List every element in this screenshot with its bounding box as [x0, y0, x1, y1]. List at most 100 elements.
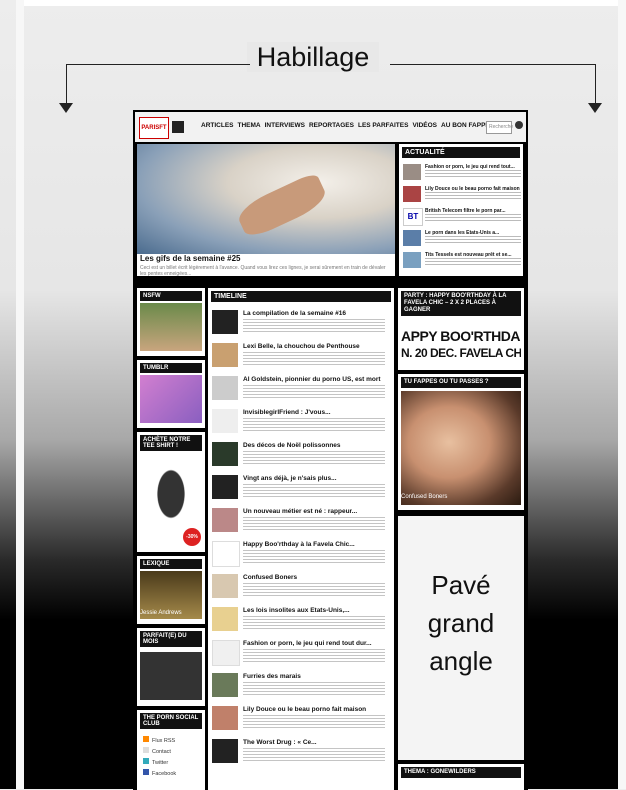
frame-right [618, 0, 626, 789]
text-lines [243, 352, 385, 366]
actualite-item[interactable]: Fashion or porn, le jeu qui rend tout... [403, 164, 521, 184]
timeline-item[interactable]: Les lois insolites aux Etats-Unis,... [212, 607, 392, 637]
timeline-item-title[interactable]: Lexi Belle, la chouchou de Penthouse [243, 343, 360, 350]
lexique-caption: Jessie Andrews [140, 610, 182, 616]
thumbnail [212, 376, 238, 400]
parfaite-heading: PARFAIT(E) DU MOIS [140, 631, 202, 647]
thumbnail [212, 574, 238, 598]
text-lines [243, 451, 385, 465]
nav-item[interactable]: THEMA [238, 122, 261, 129]
actualite-item[interactable]: Tits Tessels est nouveau prêt et se... [403, 252, 521, 272]
social-links: Flux RSS Contact Twitter Facebook [143, 736, 176, 780]
timeline-item-title[interactable]: Fashion or porn, le jeu qui rend tout du… [243, 640, 372, 647]
hero-title[interactable]: Les gifs de la semaine #25 [140, 254, 241, 263]
text-lines [243, 319, 385, 333]
thumbnail [403, 252, 421, 268]
timeline-item-title[interactable]: Les lois insolites aux Etats-Unis,... [243, 607, 350, 614]
timeline-item[interactable]: Des décos de Noël polissonnes [212, 442, 392, 472]
site-logo[interactable]: PARISFT [139, 117, 169, 139]
timeline-item-title[interactable]: Un nouveau métier est né : rappeur... [243, 508, 357, 515]
facebook-label: Facebook [152, 771, 177, 777]
timeline-item[interactable]: The Worst Drug : « Ce... [212, 739, 392, 769]
timeline-item[interactable]: Happy Boo'rthday à la Favela Chic... [212, 541, 392, 571]
timeline-item[interactable]: Vingt ans déjà, je n'sais plus... [212, 475, 392, 505]
nsfw-image[interactable] [140, 303, 202, 351]
text-lines [243, 583, 385, 597]
timeline-item[interactable]: Un nouveau métier est né : rappeur... [212, 508, 392, 538]
thumbnail [212, 475, 238, 499]
fappes-box: TU FAPPES OU TU PASSES ? Confused Boners [398, 374, 524, 510]
timeline-item-title[interactable]: Happy Boo'rthday à la Favela Chic... [243, 541, 355, 548]
text-lines [243, 748, 385, 762]
home-button[interactable] [172, 121, 184, 133]
nav-item[interactable]: INTERVIEWS [265, 122, 305, 129]
timeline-item[interactable]: Furries des marais [212, 673, 392, 703]
timeline-heading: TIMELINE [211, 291, 391, 302]
timeline-item-title[interactable]: La compilation de la semaine #16 [243, 310, 346, 317]
timeline-item[interactable]: Al Goldstein, pionnier du porno US, est … [212, 376, 392, 406]
mail-icon [143, 747, 149, 753]
timeline-item-title[interactable]: InvisiblegirlFriend : J'vous... [243, 409, 331, 416]
habillage-title: Habillage [0, 42, 626, 73]
thumbnail [403, 230, 421, 246]
party-banner-line[interactable]: N. 20 DEC. FAVELA CHI [401, 346, 521, 360]
actualite-item[interactable]: BT British Telecom filtre le porn par... [403, 208, 521, 228]
tee-shirt-box: ACHÈTE NOTRE TEE SHIRT ! -30% [137, 432, 205, 552]
fappes-heading: TU FAPPES OU TU PASSES ? [401, 377, 521, 388]
timeline-item-title[interactable]: The Worst Drug : « Ce... [243, 739, 317, 746]
actualite-panel: ACTUALITÉ Fashion or porn, le jeu qui re… [399, 144, 523, 276]
actualite-item[interactable]: Lily Douce ou le beau porno fait maison [403, 186, 521, 206]
timeline-item-title[interactable]: Lily Douce ou le beau porno fait maison [243, 706, 366, 713]
timeline-item[interactable]: Lily Douce ou le beau porno fait maison [212, 706, 392, 736]
parfaite-box: PARFAIT(E) DU MOIS [137, 628, 205, 706]
text-lines [425, 258, 521, 266]
thumbnail [212, 442, 238, 466]
nav-item[interactable]: REPORTAGES [309, 122, 354, 129]
nav-item[interactable]: VIDÉOS [412, 122, 437, 129]
social-club-heading: THE PORN SOCIAL CLUB [140, 713, 202, 729]
rss-link[interactable]: Flux RSS [143, 736, 176, 747]
thumbnail [212, 607, 238, 631]
timeline-item-title[interactable]: Furries des marais [243, 673, 301, 680]
timeline-column: TIMELINE La compilation de la semaine #1… [208, 288, 394, 790]
timeline-item-title[interactable]: Des décos de Noël polissonnes [243, 442, 341, 449]
thumbnail [403, 186, 421, 202]
thema-heading: THEMA : GONEWILDERS [401, 767, 521, 778]
left-column: NSFW TUMBLR ACHÈTE NOTRE TEE SHIRT ! -30… [137, 288, 205, 790]
timeline-item-title[interactable]: Vingt ans déjà, je n'sais plus... [243, 475, 337, 482]
contact-link[interactable]: Contact [143, 747, 176, 758]
timeline-item-title[interactable]: Confused Boners [243, 574, 297, 581]
search-input[interactable]: Recherche [486, 121, 513, 134]
party-box: PARTY : HAPPY BOO'RTHDAY À LA FAVELA CHI… [398, 288, 524, 370]
search-icon[interactable] [515, 121, 523, 129]
timeline-item[interactable]: InvisiblegirlFriend : J'vous... [212, 409, 392, 439]
timeline-item[interactable]: Lexi Belle, la chouchou de Penthouse [212, 343, 392, 373]
hero-article[interactable]: Les gifs de la semaine #25 Ceci est un b… [137, 144, 395, 276]
rss-icon [143, 736, 149, 742]
rss-label: Flux RSS [152, 738, 176, 744]
nav-item[interactable]: LES PARFAITES [358, 122, 408, 129]
timeline-item-title[interactable]: Al Goldstein, pionnier du porno US, est … [243, 376, 381, 383]
actualite-item[interactable]: Le porn dans les Etats-Unis a... [403, 230, 521, 250]
tumblr-image[interactable] [140, 375, 202, 423]
timeline-item[interactable]: Fashion or porn, le jeu qui rend tout du… [212, 640, 392, 670]
thumbnail [212, 706, 238, 730]
twitter-icon [143, 758, 149, 764]
tumblr-box: TUMBLR [137, 360, 205, 428]
bt-logo-icon: BT [403, 208, 423, 226]
nav-item[interactable]: ARTICLES [201, 122, 234, 129]
lexique-box: LEXIQUE Jessie Andrews [137, 556, 205, 624]
thema-box: THEMA : GONEWILDERS [398, 764, 524, 790]
parfaite-image[interactable] [140, 652, 202, 700]
timeline-item[interactable]: La compilation de la semaine #16 [212, 310, 392, 340]
bracket-left [66, 64, 250, 65]
twitter-link[interactable]: Twitter [143, 758, 176, 769]
timeline-item[interactable]: Confused Boners [212, 574, 392, 604]
fappes-image[interactable] [401, 391, 521, 505]
text-lines [425, 214, 521, 222]
thumbnail [212, 673, 238, 697]
fappes-caption: Confused Boners [401, 494, 448, 500]
facebook-link[interactable]: Facebook [143, 769, 176, 780]
text-lines [243, 616, 385, 630]
party-banner-line[interactable]: APPY BOO'RTHDA [401, 328, 521, 344]
